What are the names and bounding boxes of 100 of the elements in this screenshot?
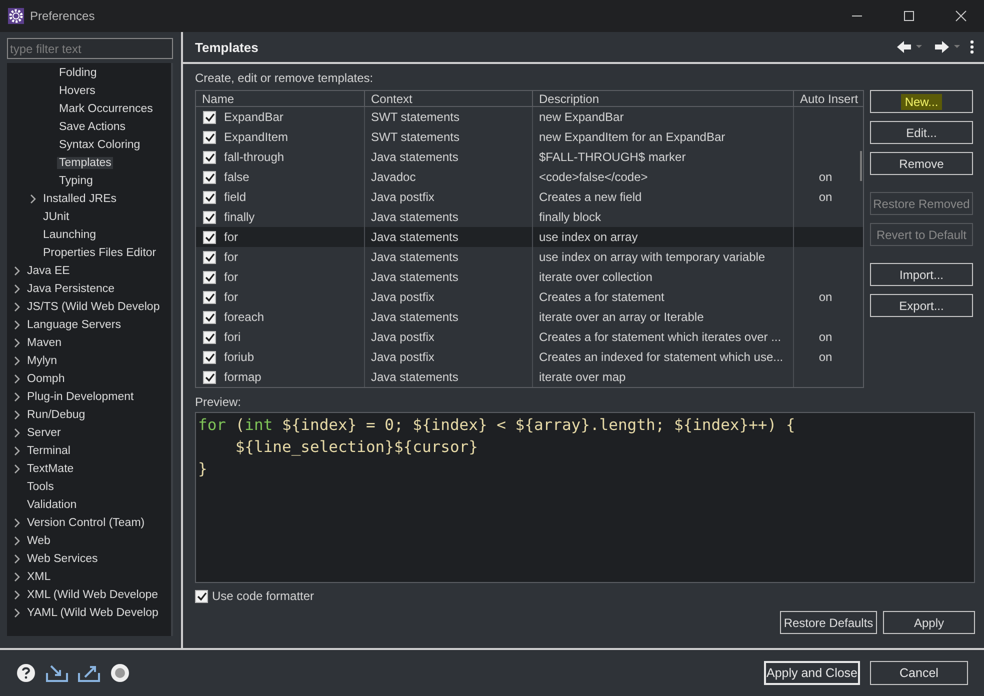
table-row[interactable]: for Java postfix Creates a for statement on xyxy=(196,287,863,307)
export-icon[interactable] xyxy=(78,664,100,682)
checkbox[interactable] xyxy=(203,110,216,124)
tree-item[interactable]: Syntax Coloring xyxy=(57,139,142,151)
table-row[interactable]: formap Java statements iterate over map xyxy=(196,367,863,387)
table-row[interactable]: fori Java postfix Creates a for statement which iterates over ... on xyxy=(196,327,863,347)
table-row[interactable]: for Java statements use index on array with temporary variable xyxy=(196,247,863,267)
table-cell: Java postfix xyxy=(364,187,532,207)
expand-chevron-icon[interactable] xyxy=(29,194,37,204)
tree-item[interactable]: Launching xyxy=(41,229,98,241)
back-arrow-icon[interactable] xyxy=(896,40,924,54)
tree-item[interactable]: Hovers xyxy=(57,85,98,97)
tree-item[interactable]: TextMate xyxy=(25,463,76,475)
checkbox[interactable] xyxy=(203,130,216,144)
import-icon[interactable] xyxy=(46,664,68,682)
checkbox[interactable] xyxy=(203,250,216,264)
tree-item[interactable]: Web xyxy=(25,535,52,547)
tree-item[interactable]: Java EE xyxy=(25,265,72,277)
tree-item[interactable]: Save Actions xyxy=(57,121,128,133)
page-button[interactable]: Apply xyxy=(883,611,975,634)
tree-item[interactable]: YAML (Wild Web Develop xyxy=(25,607,160,619)
template-button[interactable]: Import... xyxy=(870,263,973,286)
tree-item[interactable]: Server xyxy=(25,427,63,439)
table-row[interactable]: foriub Java postfix Creates an indexed for statement which use... on xyxy=(196,347,863,367)
tree-item[interactable]: JUnit xyxy=(41,211,72,223)
table-row[interactable]: false Javadoc <code>false</code> on xyxy=(196,167,863,187)
checkbox[interactable] xyxy=(203,310,216,324)
tree-item[interactable]: Tools xyxy=(25,481,56,493)
column-header[interactable]: Name xyxy=(196,91,364,106)
table-cell: Java statements xyxy=(364,227,532,247)
table-cell: on xyxy=(793,327,857,347)
table-row[interactable]: field Java postfix Creates a new field on xyxy=(196,187,863,207)
dialog-button[interactable]: Apply and Close xyxy=(764,661,860,685)
tree-item[interactable]: JS/TS (Wild Web Develop xyxy=(25,301,162,313)
template-button[interactable]: Remove xyxy=(870,152,973,175)
checkbox[interactable] xyxy=(195,590,208,602)
checkbox[interactable] xyxy=(203,370,216,384)
checkbox[interactable] xyxy=(203,230,216,244)
table-row[interactable]: fall-through Java statements $FALL-THROUGH$ marker xyxy=(196,147,863,167)
tree-item[interactable]: Validation xyxy=(25,499,79,511)
tree-item[interactable]: Plug-in Development xyxy=(25,391,136,403)
template-button[interactable]: Export... xyxy=(870,294,973,317)
table-cell: finally xyxy=(224,210,255,224)
checkbox[interactable] xyxy=(203,270,216,284)
table-row[interactable]: for Java statements iterate over collection xyxy=(196,267,863,287)
filter-field[interactable]: type filter text xyxy=(7,38,173,59)
table-cell: on xyxy=(793,167,857,187)
template-button[interactable]: New... xyxy=(870,90,973,113)
tree-item[interactable]: Language Servers xyxy=(25,319,123,331)
table-cell: false xyxy=(224,170,250,184)
page-button[interactable]: Restore Defaults xyxy=(780,611,877,634)
template-button[interactable]: Edit... xyxy=(870,121,973,144)
tree-item[interactable]: Properties Files Editor xyxy=(41,247,158,259)
checkbox[interactable] xyxy=(203,350,216,364)
table-cell: for xyxy=(224,290,238,304)
table-cell: for xyxy=(224,230,238,244)
tree-item[interactable]: Maven xyxy=(25,337,64,349)
checkbox[interactable] xyxy=(203,330,216,344)
menu-icon[interactable] xyxy=(970,40,974,54)
checkbox[interactable] xyxy=(203,190,216,204)
table-cell: Java statements xyxy=(364,247,532,267)
table-cell: Java postfix xyxy=(364,347,532,367)
tree-item[interactable]: Web Services xyxy=(25,553,100,565)
help-icon[interactable] xyxy=(16,663,36,683)
tree-item[interactable]: Mark Occurrences xyxy=(57,103,155,115)
table-row[interactable]: ExpandBar SWT statements new ExpandBar xyxy=(196,107,863,127)
tree-item[interactable]: Folding xyxy=(57,67,99,79)
checkbox[interactable] xyxy=(203,170,216,184)
tree-item[interactable]: Mylyn xyxy=(25,355,60,367)
tree-item[interactable]: Typing xyxy=(57,175,95,187)
table-cell: new ExpandItem for an ExpandBar xyxy=(532,127,793,147)
checkbox[interactable] xyxy=(203,290,216,304)
record-icon[interactable] xyxy=(110,663,130,683)
dialog-button[interactable]: Cancel xyxy=(870,661,968,685)
tree-item[interactable]: Installed JREs xyxy=(41,193,119,205)
table-cell: Java postfix xyxy=(364,327,532,347)
tree-item[interactable]: Terminal xyxy=(25,445,72,457)
tree-item[interactable]: Oomph xyxy=(25,373,67,385)
tree-item[interactable]: Run/Debug xyxy=(25,409,88,421)
table-cell: Java postfix xyxy=(364,287,532,307)
checkbox[interactable] xyxy=(203,150,216,164)
tree-item[interactable]: XML (Wild Web Develope xyxy=(25,589,160,601)
table-cell: SWT statements xyxy=(364,107,532,127)
checkbox[interactable] xyxy=(203,210,216,224)
table-cell: new ExpandBar xyxy=(532,107,793,127)
preview-label: Preview: xyxy=(195,395,242,409)
table-cell: Creates a new field xyxy=(532,187,793,207)
table-row[interactable]: foreach Java statements iterate over an array or Iterable xyxy=(196,307,863,327)
column-header[interactable]: Context xyxy=(364,91,532,106)
tree-item[interactable]: Version Control (Team) xyxy=(25,517,147,529)
code-line: ${line_selection}${cursor} xyxy=(234,437,478,458)
table-cell: iterate over collection xyxy=(532,267,793,287)
table-row[interactable]: for Java statements use index on array xyxy=(196,227,863,247)
tree-item[interactable]: Java Persistence xyxy=(25,283,117,295)
column-header[interactable]: Auto Insert xyxy=(793,91,857,106)
tree-item[interactable]: XML xyxy=(25,571,53,583)
tree-item[interactable]: Templates xyxy=(57,157,114,169)
table-row[interactable]: ExpandItem SWT statements new ExpandItem for an ExpandBar xyxy=(196,127,863,147)
table-cell: foriub xyxy=(224,350,254,364)
column-header[interactable]: Description xyxy=(532,91,793,106)
